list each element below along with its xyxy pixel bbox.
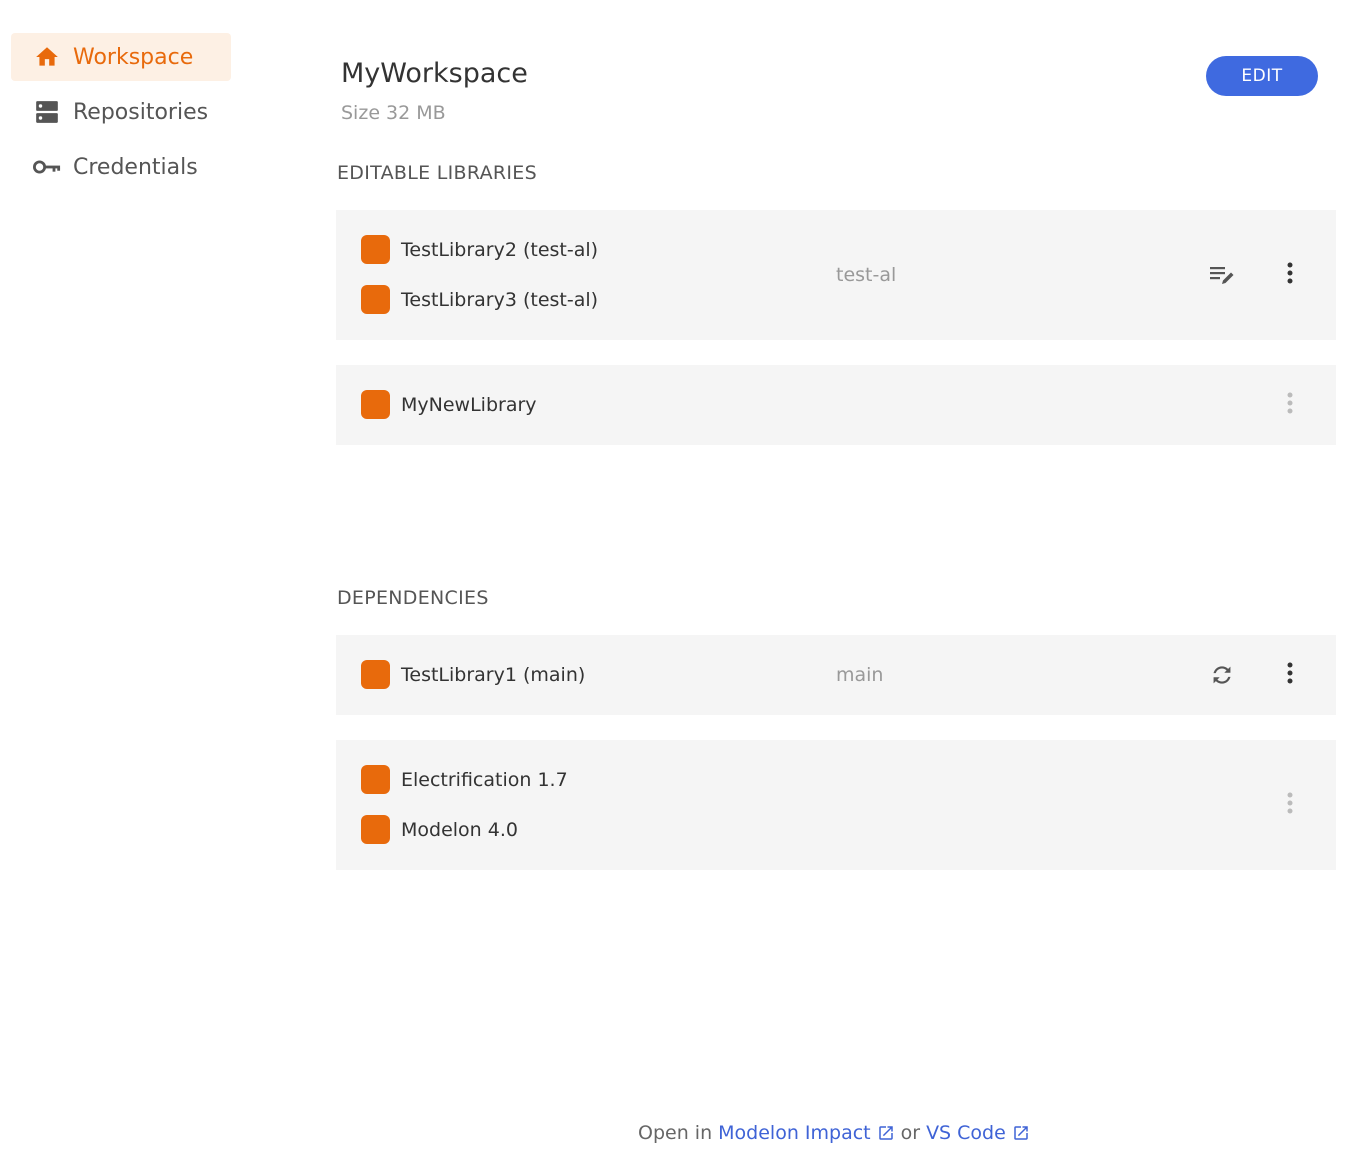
sidebar-item-credentials[interactable]: Credentials (11, 143, 231, 191)
edit-button[interactable]: EDIT (1206, 56, 1318, 96)
more-options-icon[interactable] (1278, 387, 1302, 419)
workspace-size: Size 32 MB (341, 102, 446, 124)
external-link-icon (877, 1124, 895, 1142)
sidebar-item-label: Credentials (73, 154, 198, 180)
page-title: MyWorkspace (341, 58, 528, 89)
dependency-card: Electrification 1.7 Modelon 4.0 (336, 740, 1336, 870)
library-item: TestLibrary3 (test-al) (361, 285, 598, 314)
open-in-footer: Open in Modelon Impact or VS Code (638, 1122, 1030, 1144)
library-icon (361, 285, 390, 314)
library-item: Modelon 4.0 (361, 815, 518, 844)
more-options-icon[interactable] (1278, 787, 1302, 819)
library-item: Electrification 1.7 (361, 765, 568, 794)
link-label: Modelon Impact (718, 1122, 871, 1144)
library-item: MyNewLibrary (361, 390, 537, 419)
branch-label: test-al (836, 264, 897, 286)
key-icon (33, 153, 61, 181)
sync-icon[interactable] (1206, 659, 1238, 691)
section-title-editable: EDITABLE LIBRARIES (337, 162, 537, 184)
library-icon (361, 235, 390, 264)
library-icon (361, 660, 390, 689)
sidebar: Workspace Repositories Credentials (11, 33, 231, 198)
sidebar-item-label: Workspace (73, 44, 194, 70)
modelon-impact-link[interactable]: Modelon Impact (718, 1122, 894, 1144)
branch-label: main (836, 664, 884, 686)
footer-separator: or (900, 1122, 921, 1144)
more-options-icon[interactable] (1278, 657, 1302, 689)
sidebar-item-label: Repositories (73, 99, 209, 125)
more-options-icon[interactable] (1278, 257, 1302, 289)
sidebar-item-repositories[interactable]: Repositories (11, 88, 231, 136)
library-item: TestLibrary1 (main) (361, 660, 585, 689)
external-link-icon (1012, 1124, 1030, 1142)
vs-code-link[interactable]: VS Code (926, 1122, 1030, 1144)
server-icon (33, 98, 61, 126)
dependency-card: TestLibrary1 (main) main (336, 635, 1336, 715)
footer-prefix: Open in (638, 1122, 713, 1144)
library-icon (361, 765, 390, 794)
library-name: Electrification 1.7 (401, 768, 568, 791)
library-card: TestLibrary2 (test-al) TestLibrary3 (tes… (336, 210, 1336, 340)
library-item: TestLibrary2 (test-al) (361, 235, 598, 264)
library-name: Modelon 4.0 (401, 818, 518, 841)
link-label: VS Code (926, 1122, 1006, 1144)
sidebar-item-workspace[interactable]: Workspace (11, 33, 231, 81)
library-icon (361, 390, 390, 419)
library-name: TestLibrary2 (test-al) (401, 238, 599, 261)
library-name: TestLibrary3 (test-al) (401, 288, 599, 311)
library-name: MyNewLibrary (401, 393, 537, 416)
home-icon (33, 43, 61, 71)
library-icon (361, 815, 390, 844)
section-title-dependencies: DEPENDENCIES (337, 587, 489, 609)
library-name: TestLibrary1 (main) (401, 663, 586, 686)
edit-list-icon[interactable] (1206, 259, 1238, 291)
library-card: MyNewLibrary (336, 365, 1336, 445)
